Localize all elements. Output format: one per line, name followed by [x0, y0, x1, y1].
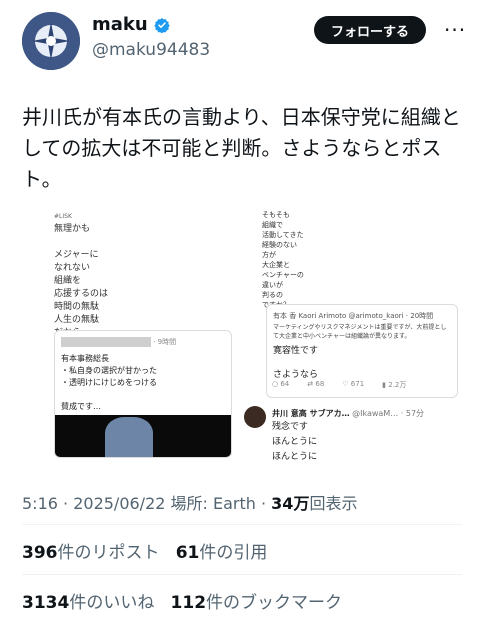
card-time: · 9時間 — [153, 338, 177, 346]
right-line: ベンチャーの — [262, 271, 304, 279]
follow-button[interactable]: フォローする — [314, 16, 426, 44]
reply-count-value: 64 — [280, 380, 290, 388]
reply-line: ほんとうに — [272, 437, 318, 447]
right-card-author: 有本 香 Kaori Arimoto — [273, 312, 347, 320]
repost-quote-counts: 396件のリポスト 61件の引用 — [22, 538, 267, 563]
reply-header: 井川 意高 サブアカ… @IkawaM… · 57分 — [272, 408, 424, 419]
tweet-text: 井川氏が有本氏の言動より、日本保守党に組織としての拡大は不可能と判断。さようなら… — [22, 105, 461, 191]
user-handle[interactable]: @maku94483 — [92, 40, 210, 60]
right-line: 活動してきた — [262, 231, 304, 239]
bookmarks-label: 件のブックマーク — [206, 593, 343, 613]
divider — [22, 524, 462, 525]
reply-author: 井川 意高 サブアカ… — [272, 409, 350, 418]
like-count: ♡ 671 — [342, 380, 365, 388]
quotes-value: 61 — [175, 543, 200, 563]
likes-link[interactable]: 3134件のいいね — [22, 593, 154, 613]
avatar[interactable] — [22, 12, 80, 70]
reply-handle: @IkawaM… · 57分 — [352, 409, 425, 418]
likes-label: 件のいいね — [69, 593, 155, 613]
quotes-label: 件の引用 — [199, 543, 268, 563]
reply-count: ○ 64 — [272, 380, 290, 388]
repost-count-value: 68 — [315, 380, 325, 388]
left-line: なれない — [54, 263, 91, 273]
right-card-handle: @arimoto_kaori · 20時間 — [348, 312, 434, 320]
view-count: ▮ 2.2万 — [382, 381, 407, 389]
card-line: ・透明けにけじめをつける — [61, 378, 157, 387]
reply-line: 残念です — [272, 422, 309, 432]
quotes-link[interactable]: 61件の引用 — [176, 543, 268, 563]
like-bookmark-counts: 3134件のいいね 112件のブックマーク — [22, 588, 342, 613]
video-face — [105, 417, 153, 457]
view-count-value: 2.2万 — [388, 381, 407, 389]
right-line: 経験のない — [262, 241, 297, 249]
tweet-meta: 5:16 · 2025/06/22 場所: Earth · 34万回表示 — [22, 494, 358, 513]
repost-count: ⇄ 68 — [307, 380, 325, 388]
left-quoted-card: · 9時間 有本事務総長 ・私自身の選択が甘かった ・透明けにけじめをつける 賛… — [54, 330, 232, 458]
avatar-logo-icon — [22, 12, 80, 70]
right-line: 組織で — [262, 221, 283, 229]
display-name[interactable]: maku — [92, 14, 170, 35]
card-line: 有本事務総長 — [61, 354, 109, 363]
card-body: 有本事務総長 ・私自身の選択が甘かった ・透明けにけじめをつける 賛成です… — [61, 353, 157, 413]
views-value: 34万 — [271, 494, 310, 513]
reply-body: 残念です ほんとうに ほんとうに — [272, 420, 317, 465]
right-line: 大企業と — [262, 261, 290, 269]
right-card-line: 寛容性です — [273, 346, 319, 356]
card-line: 賛成です… — [61, 402, 101, 411]
tweet-location: 場所: Earth — [170, 494, 256, 513]
right-text-block: そもそも 組織で 活動してきた 経験のない 方が 大企業と ベンチャーの 違いが… — [262, 210, 304, 310]
card-line: ・私自身の選択が甘かった — [61, 366, 157, 375]
tweet-time[interactable]: 5:16 — [22, 494, 58, 513]
left-line: 時間の無駄 — [54, 302, 100, 312]
reply-avatar — [244, 406, 266, 428]
card-line — [61, 389, 157, 401]
more-icon[interactable]: ··· — [444, 18, 466, 42]
blurred-name — [61, 337, 151, 347]
left-text-block: #LISK 無理かも メジャーに なれない 組織を 応援するのは 時間の無駄 人… — [54, 210, 108, 340]
reposts-link[interactable]: 396件のリポスト — [22, 543, 160, 563]
bookmarks-value: 112 — [170, 593, 207, 613]
right-line: 違いが — [262, 281, 283, 289]
left-line: メジャーに — [54, 250, 99, 260]
left-line: 組織を — [54, 276, 82, 286]
divider — [22, 574, 462, 575]
tweet-date[interactable]: 2025/06/22 — [73, 494, 165, 513]
right-line: 判るの — [262, 291, 283, 299]
left-line: 人生の無駄 — [54, 315, 100, 325]
bookmarks-link[interactable]: 112件のブックマーク — [171, 593, 343, 613]
card-video-thumbnail — [55, 415, 231, 457]
reposts-label: 件のリポスト — [57, 543, 160, 563]
right-line: 方が — [262, 251, 276, 259]
left-line — [54, 236, 108, 249]
card-meta: · 9時間 — [61, 337, 225, 347]
reposts-value: 396 — [22, 543, 58, 563]
tweet-image[interactable]: #LISK 無理かも メジャーに なれない 組織を 応援するのは 時間の無駄 人… — [22, 200, 462, 462]
display-name-text[interactable]: maku — [92, 14, 148, 35]
right-card-stats: ○ 64 ⇄ 68 ♡ 671 ▮ 2.2万 — [272, 380, 406, 390]
left-line: 無理かも — [54, 224, 91, 234]
left-tag: #LISK — [54, 213, 72, 220]
left-line: 応援するのは — [54, 289, 109, 299]
likes-value: 3134 — [22, 593, 70, 613]
verified-badge-icon — [153, 17, 170, 33]
like-count-value: 671 — [350, 380, 365, 388]
right-card-header: 有本 香 Kaori Arimoto @arimoto_kaori · 20時間 — [273, 311, 433, 321]
right-line: そもそも — [262, 211, 290, 219]
views-label: 回表示 — [309, 494, 358, 513]
reply-line: ほんとうに — [272, 452, 318, 462]
